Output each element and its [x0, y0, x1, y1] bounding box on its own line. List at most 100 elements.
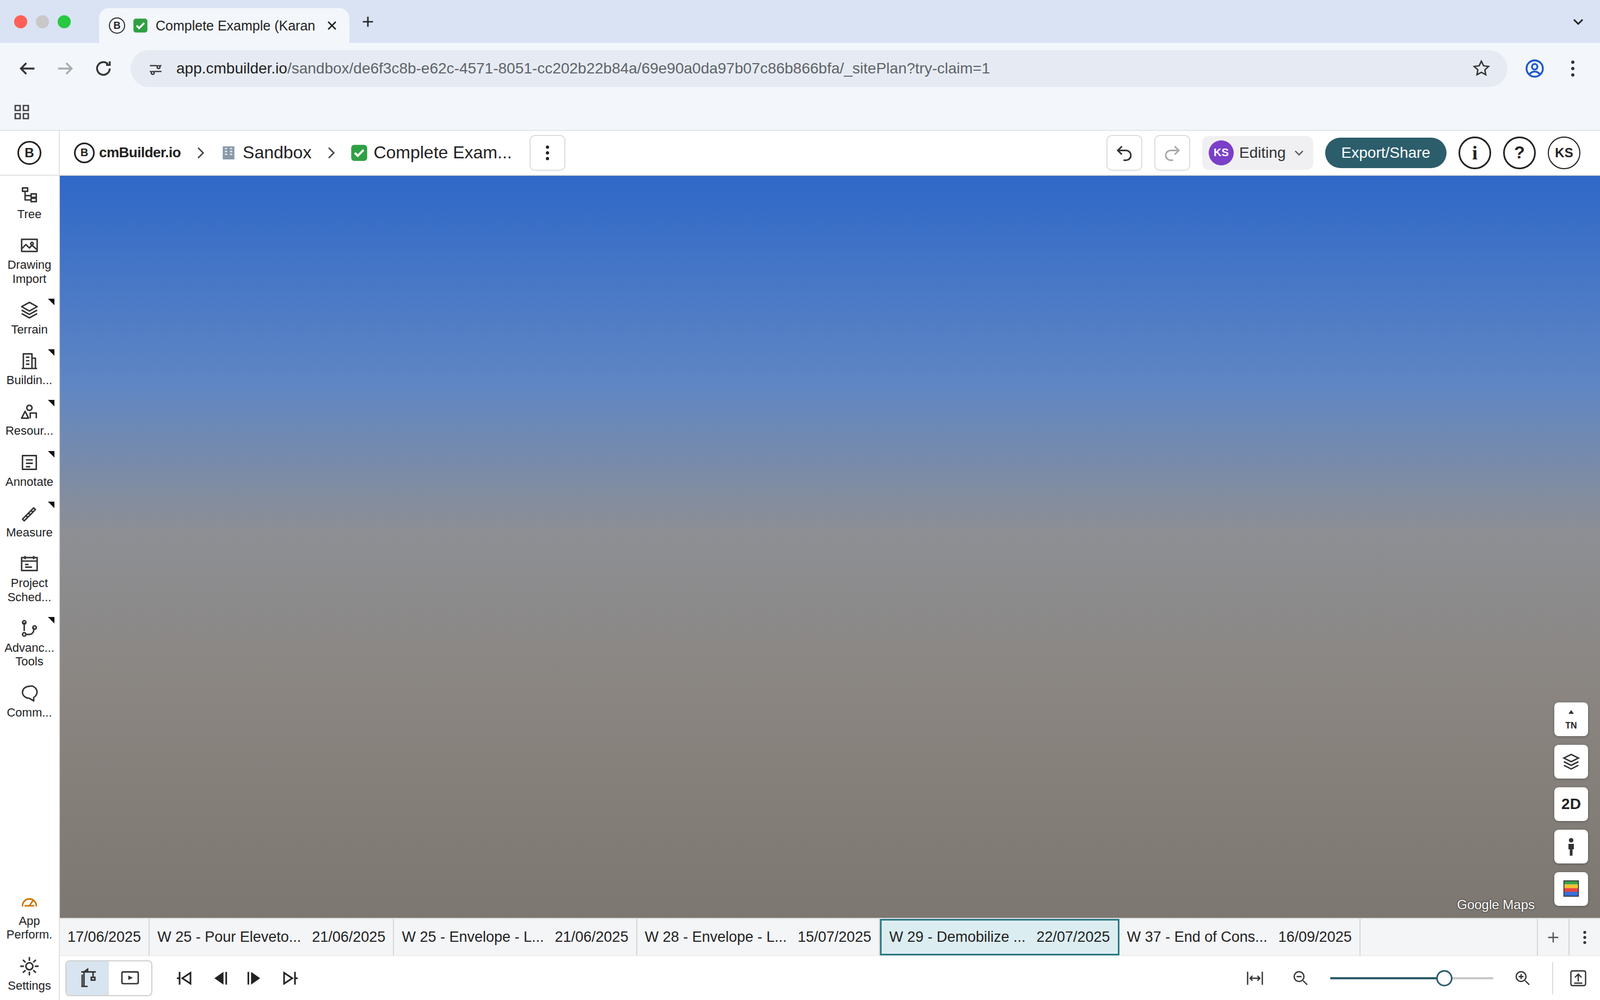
forward-icon[interactable]	[54, 57, 77, 80]
timeline-menu-button[interactable]	[1568, 919, 1600, 956]
speedometer-icon	[19, 891, 40, 913]
bookmark-star-icon[interactable]	[1471, 58, 1492, 79]
breadcrumbs: B cmBuilder.io Sandbox Complete Exam...	[59, 134, 566, 171]
submenu-indicator-icon	[47, 617, 55, 624]
timeline-step[interactable]: W 25 - Pour Eleveto... 21/06/2025	[149, 919, 395, 956]
project-menu-button[interactable]	[529, 134, 566, 171]
sidebar-item[interactable]: App Perform.	[0, 888, 59, 946]
timeline-step[interactable]: W 37 - End of Cons... 16/09/2025	[1119, 919, 1361, 956]
plus-icon	[1544, 928, 1562, 947]
browser-tab-strip: B Complete Example (Karan	[0, 0, 1600, 43]
back-icon[interactable]	[16, 57, 39, 80]
timeline-step[interactable]: 17/06/2025	[59, 919, 150, 956]
profile-icon[interactable]	[1523, 57, 1546, 80]
submenu-indicator-icon	[47, 501, 55, 509]
3d-scene-render	[59, 175, 1600, 919]
mode-dropdown[interactable]: KS Editing	[1202, 136, 1314, 170]
export-view-button[interactable]	[1552, 962, 1595, 995]
redo-icon	[1162, 143, 1183, 163]
compass-button[interactable]: TN	[1554, 702, 1589, 737]
sidebar-item[interactable]: Comm...	[0, 679, 59, 723]
sidebar-item[interactable]: Drawing Import	[0, 231, 59, 289]
crane-icon	[76, 967, 99, 990]
3d-viewport[interactable]: TN 2D Google Maps	[59, 175, 1600, 919]
export-share-button[interactable]: Export/Share	[1325, 137, 1447, 169]
site-plan-area: TN 2D Google Maps 17/06/2025W 25 - Pour …	[59, 175, 1600, 1000]
minimize-window-icon[interactable]	[35, 15, 49, 29]
sidebar-item[interactable]: Resour...	[0, 397, 59, 441]
timeline-step[interactable]: W 28 - Envelope - L... 15/07/2025	[637, 919, 880, 956]
account-avatar[interactable]: KS	[1547, 136, 1581, 170]
sidebar-item[interactable]: Terrain	[0, 296, 59, 340]
app-logo[interactable]: B	[0, 130, 60, 175]
submenu-indicator-icon	[47, 298, 55, 306]
close-tab-icon[interactable]	[324, 17, 340, 34]
sidebar-item[interactable]: Project Sched...	[0, 550, 59, 608]
kebab-icon	[537, 143, 558, 163]
apps-grid-icon[interactable]	[11, 102, 32, 122]
zoom-in-button[interactable]	[1506, 962, 1540, 995]
sidebar-item[interactable]: Advanc... Tools	[0, 614, 59, 673]
info-button[interactable]: i	[1458, 136, 1492, 170]
upload-icon	[1568, 968, 1589, 989]
add-step-button[interactable]	[1536, 919, 1569, 956]
timeline-step[interactable]: W 25 - Envelope - L... 21/06/2025	[394, 919, 637, 956]
reload-icon[interactable]	[92, 57, 115, 80]
site-settings-icon[interactable]	[146, 59, 165, 78]
brand-link[interactable]: B cmBuilder.io	[74, 142, 181, 164]
sidebar-item[interactable]: Buildin...	[0, 347, 59, 391]
slider-thumb[interactable]	[1436, 970, 1453, 987]
zoom-in-icon	[1512, 968, 1533, 989]
maximize-window-icon[interactable]	[57, 15, 71, 29]
breadcrumb-item[interactable]: Sandbox	[219, 142, 312, 163]
view-mode-button[interactable]	[66, 961, 109, 996]
sidebar-item[interactable]: Settings	[0, 952, 59, 996]
browser-tab[interactable]: B Complete Example (Karan	[99, 8, 350, 43]
sidebar-item[interactable]: Measure	[0, 499, 59, 543]
close-window-icon[interactable]	[14, 15, 28, 29]
person-icon	[1560, 835, 1583, 858]
undo-button[interactable]	[1106, 134, 1143, 171]
timeline-step[interactable]: W 29 - Demobilize ... 22/07/2025	[880, 919, 1120, 956]
submenu-indicator-icon	[47, 349, 55, 356]
schedule-timeline: 17/06/2025W 25 - Pour Eleveto... 21/06/2…	[59, 918, 1600, 956]
address-bar[interactable]: app.cmbuilder.io/sandbox/de6f3c8b-e62c-4…	[130, 50, 1508, 88]
skip-to-start-icon[interactable]	[174, 967, 196, 990]
map-controls: TN 2D	[1554, 702, 1589, 907]
step-back-icon[interactable]	[208, 967, 231, 990]
breadcrumb-item[interactable]: Complete Exam...	[350, 142, 512, 163]
sidebar-item[interactable]: Annotate	[0, 448, 59, 492]
layers-button[interactable]	[1554, 745, 1589, 779]
help-button[interactable]: ?	[1503, 136, 1536, 170]
fit-view-button[interactable]	[1238, 962, 1272, 995]
undo-icon	[1114, 143, 1135, 163]
gear-icon	[19, 956, 40, 977]
browser-menu-icon[interactable]	[1561, 57, 1584, 80]
zoom-slider[interactable]	[1330, 967, 1494, 990]
fit-width-icon	[1245, 968, 1265, 989]
tool-icon	[19, 235, 40, 256]
sidebar-item[interactable]: Tree	[0, 181, 59, 225]
new-tab-icon[interactable]	[359, 13, 377, 31]
color-palette-icon	[1560, 878, 1583, 901]
building-icon	[219, 144, 238, 162]
skip-to-end-icon[interactable]	[278, 967, 301, 990]
zoom-out-button[interactable]	[1284, 962, 1318, 995]
tab-search-icon[interactable]	[1569, 13, 1587, 31]
brand-logo-icon: B	[74, 142, 95, 164]
browser-toolbar: app.cmbuilder.io/sandbox/de6f3c8b-e62c-4…	[0, 42, 1600, 94]
tab-title: Complete Example (Karan	[155, 17, 317, 34]
2d-view-button[interactable]: 2D	[1554, 787, 1589, 822]
map-attribution: Google Maps	[1456, 897, 1535, 913]
kebab-icon	[1576, 928, 1594, 947]
playback-bar	[59, 955, 1600, 1000]
url-text: app.cmbuilder.io/sandbox/de6f3c8b-e62c-4…	[176, 59, 990, 78]
street-view-button[interactable]	[1554, 829, 1589, 864]
view-mode-button[interactable]	[108, 961, 152, 996]
redo-button[interactable]	[1154, 134, 1191, 171]
color-legend-button[interactable]	[1554, 872, 1589, 907]
bookmarks-bar	[0, 93, 1600, 131]
play-icon[interactable]	[243, 967, 266, 990]
tool-icon	[19, 553, 40, 575]
browser-window: B Complete Example (Karan app.cmbuilder.…	[0, 0, 1600, 1000]
